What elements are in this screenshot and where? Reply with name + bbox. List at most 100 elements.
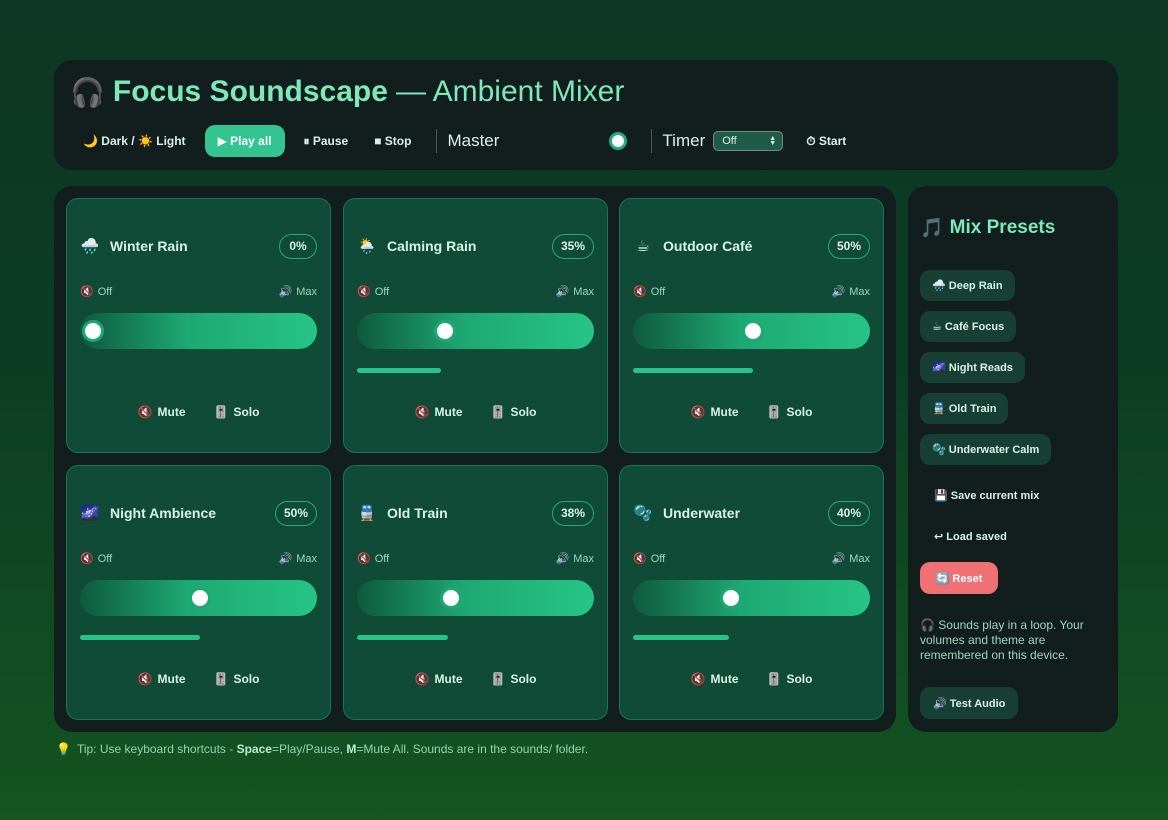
- speaker-icon: 🔊: [555, 286, 570, 298]
- card-actions: 🔇 Mute 🎚️ Solo: [67, 672, 330, 686]
- mute-button[interactable]: 🔇 Mute: [691, 405, 739, 419]
- volume-slider-thumb[interactable]: [433, 320, 456, 342]
- preset-cafe-focus-button[interactable]: ☕ Café Focus: [920, 311, 1017, 342]
- solo-button[interactable]: 🎚️ Solo: [491, 672, 537, 686]
- music-note-icon: 🎵: [920, 218, 944, 239]
- volume-percent-badge: 38%: [551, 500, 594, 526]
- sound-card-underwater: 🫧 Underwater 40% 🔇 Off 🔊 Max 🔇 Mute 🎚️ Solo: [619, 465, 884, 720]
- sound-card-calming-rain: 🌦️ Calming Rain 35% 🔇 Off 🔊 Max 🔇 Mute 🎚️ Solo: [343, 198, 608, 453]
- timer-value: Off: [722, 135, 737, 147]
- solo-button[interactable]: 🎚️ Solo: [767, 672, 813, 686]
- timer-label: Timer: [662, 131, 706, 150]
- presets-title-text: Mix Presets: [949, 217, 1056, 238]
- range-labels: 🔇 Off 🔊 Max: [357, 285, 594, 299]
- card-title-text: Underwater: [663, 505, 741, 521]
- sound-icon: 🚆: [357, 505, 377, 522]
- sound-icon: 🫧: [633, 505, 653, 522]
- card-header: 🚆 Old Train 38%: [357, 500, 594, 526]
- solo-button[interactable]: 🎚️ Solo: [491, 405, 537, 419]
- max-label: 🔊 Max: [831, 552, 870, 566]
- timer-start-button[interactable]: ⏱ Start: [793, 125, 859, 157]
- off-label: 🔇 Off: [80, 552, 113, 566]
- solo-icon: 🎚️: [490, 405, 506, 419]
- speaker-icon: 🔊: [555, 553, 570, 565]
- solo-button[interactable]: 🎚️ Solo: [767, 405, 813, 419]
- volume-slider[interactable]: [633, 580, 870, 616]
- card-title: 🌦️ Calming Rain: [357, 237, 477, 255]
- preset-night-reads-button[interactable]: 🌌 Night Reads: [920, 352, 1025, 383]
- max-label: 🔊 Max: [278, 552, 317, 566]
- max-label: 🔊 Max: [555, 285, 594, 299]
- off-label: 🔇 Off: [633, 285, 666, 299]
- range-labels: 🔇 Off 🔊 Max: [80, 285, 317, 299]
- load-saved-button[interactable]: ↩ Load saved: [934, 530, 1007, 543]
- tip-text: 💡 Tip: Use keyboard shortcuts - Space=Pl…: [56, 742, 588, 756]
- level-meter: [357, 368, 441, 373]
- timer-select[interactable]: Off ▲ ▼: [713, 131, 784, 151]
- solo-button[interactable]: 🎚️ Solo: [214, 672, 260, 686]
- off-label: 🔇 Off: [80, 285, 113, 299]
- volume-slider-thumb[interactable]: [720, 587, 743, 609]
- mute-icon: 🔇: [414, 672, 430, 686]
- title-subtitle: — Ambient Mixer: [395, 75, 625, 108]
- volume-slider-thumb[interactable]: [188, 587, 211, 609]
- header-bar: 🎧 Focus Soundscape — Ambient Mixer 🌙 Dar…: [54, 60, 1118, 170]
- volume-percent-badge: 0%: [279, 233, 317, 259]
- sound-grid-panel: 🌧️ Winter Rain 0% 🔇 Off 🔊 Max 🔇 Mute 🎚️ Solo 🌦️ Calm…: [54, 186, 896, 732]
- card-actions: 🔇 Mute 🎚️ Solo: [344, 672, 607, 686]
- muted-speaker-icon: 🔇: [357, 286, 371, 298]
- speaker-icon: 🔊: [278, 286, 293, 298]
- volume-percent-badge: 40%: [827, 500, 870, 526]
- solo-button[interactable]: 🎚️ Solo: [214, 405, 260, 419]
- tip-prefix: Tip: Use keyboard shortcuts -: [76, 742, 237, 756]
- sound-icon: ☕: [636, 238, 650, 255]
- volume-slider-thumb[interactable]: [741, 320, 764, 342]
- mute-icon: 🔇: [690, 405, 706, 419]
- volume-slider[interactable]: [357, 580, 594, 616]
- mute-icon: 🔇: [414, 405, 430, 419]
- pause-button[interactable]: ⏸ Pause: [291, 125, 362, 157]
- headphones-icon: 🎧: [70, 76, 105, 108]
- preset-underwater-calm-button[interactable]: 🫧 Underwater Calm: [920, 434, 1052, 465]
- info-text: 🎧 Sounds play in a loop. Your volumes an…: [920, 618, 1084, 662]
- volume-slider[interactable]: [80, 313, 317, 349]
- muted-speaker-icon: 🔇: [633, 286, 647, 298]
- preset-deep-rain-button[interactable]: 🌧️ Deep Rain: [920, 270, 1015, 301]
- mute-button[interactable]: 🔇 Mute: [138, 405, 186, 419]
- volume-slider[interactable]: [357, 313, 594, 349]
- sound-icon: 🌌: [80, 505, 100, 522]
- max-label: 🔊 Max: [278, 285, 317, 299]
- save-mix-button[interactable]: 💾 Save current mix: [934, 489, 1039, 502]
- card-actions: 🔇 Mute 🎚️ Solo: [67, 405, 330, 419]
- mute-button[interactable]: 🔇 Mute: [691, 672, 739, 686]
- play-all-button[interactable]: ▶ Play all: [204, 125, 285, 157]
- mute-icon: 🔇: [137, 672, 153, 686]
- test-audio-button[interactable]: 🔊 Test Audio: [920, 687, 1019, 719]
- mute-button[interactable]: 🔇 Mute: [415, 672, 463, 686]
- card-header: ☕ Outdoor Café 50%: [633, 233, 870, 259]
- master-volume-slider[interactable]: [537, 131, 639, 151]
- volume-percent-badge: 50%: [274, 500, 317, 526]
- sound-icon: 🌧️: [80, 238, 100, 255]
- card-title-text: Winter Rain: [110, 238, 188, 254]
- volume-percent-badge: 50%: [827, 233, 870, 259]
- volume-slider[interactable]: [80, 580, 317, 616]
- volume-slider[interactable]: [633, 313, 870, 349]
- preset-old-train-button[interactable]: 🚆 Old Train: [920, 393, 1009, 424]
- volume-slider-thumb[interactable]: [439, 587, 462, 609]
- mute-button[interactable]: 🔇 Mute: [415, 405, 463, 419]
- master-slider-thumb[interactable]: [609, 132, 628, 150]
- stop-button[interactable]: ■ Stop: [361, 125, 424, 157]
- volume-slider-thumb[interactable]: [82, 320, 104, 342]
- reset-button[interactable]: 🔄 Reset: [920, 562, 998, 594]
- sound-card-winter-rain: 🌧️ Winter Rain 0% 🔇 Off 🔊 Max 🔇 Mute 🎚️ Solo: [66, 198, 331, 453]
- mute-icon: 🔇: [690, 672, 706, 686]
- range-labels: 🔇 Off 🔊 Max: [633, 285, 870, 299]
- card-actions: 🔇 Mute 🎚️ Solo: [344, 405, 607, 419]
- range-labels: 🔇 Off 🔊 Max: [357, 552, 594, 566]
- off-label: 🔇 Off: [357, 552, 390, 566]
- theme-toggle-button[interactable]: 🌙 Dark / ☀️ Light: [70, 125, 199, 157]
- sound-card-night-ambience: 🌌 Night Ambience 50% 🔇 Off 🔊 Max 🔇 Mute 🎚️ Solo: [66, 465, 331, 720]
- divider: [651, 129, 653, 153]
- mute-button[interactable]: 🔇 Mute: [138, 672, 186, 686]
